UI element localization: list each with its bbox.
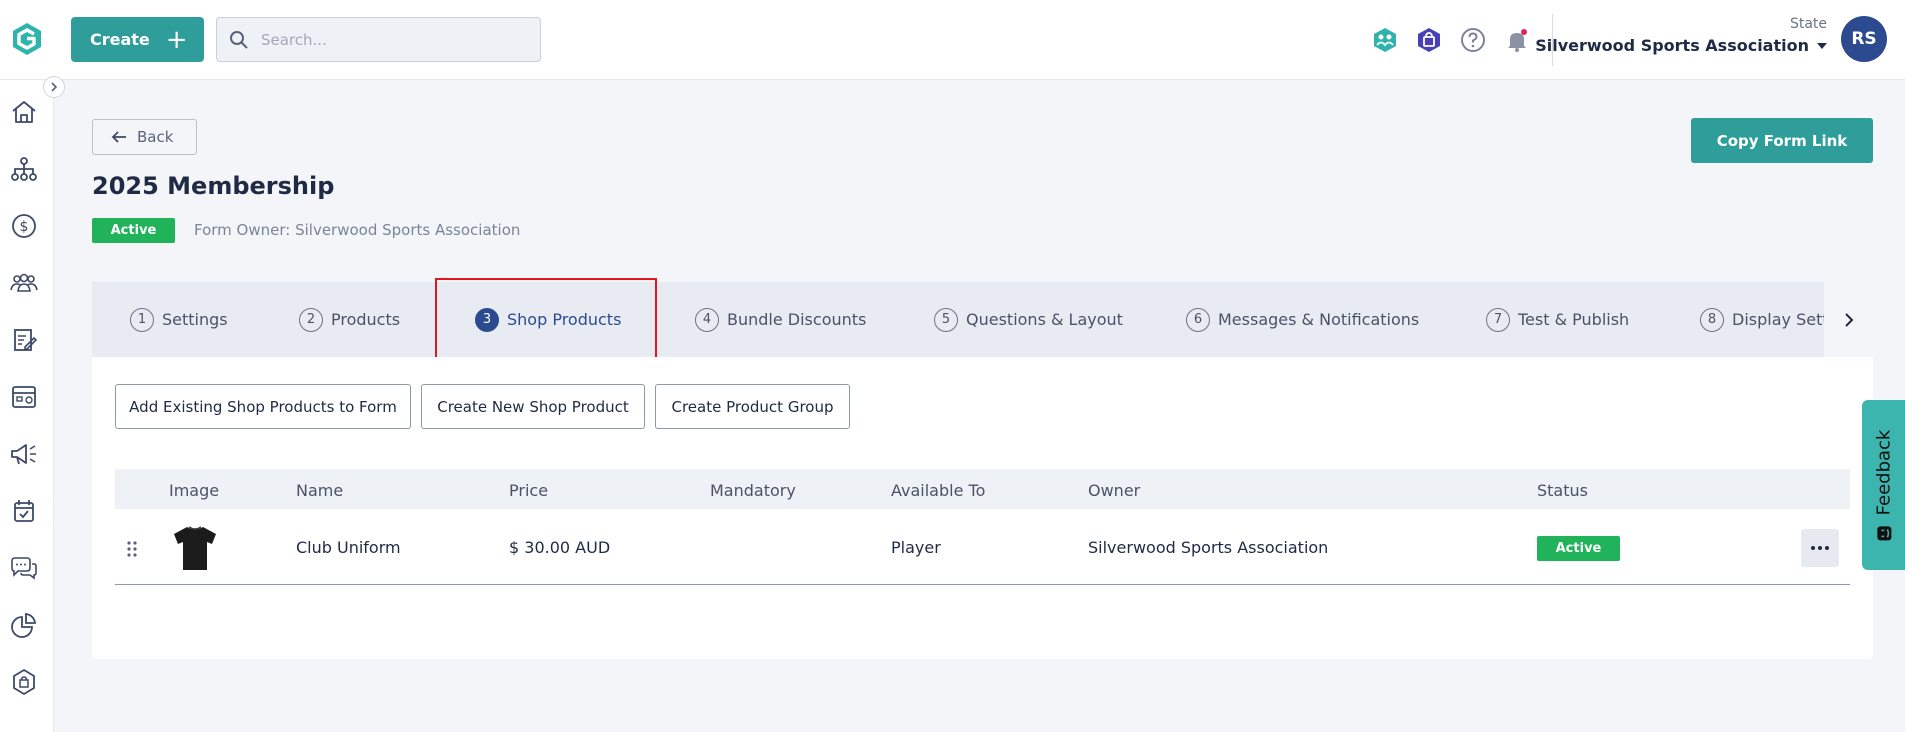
step-tabs: 1 Settings 2 Products 3 Shop Products 4 … <box>92 282 1873 357</box>
sidebar: $ <box>0 80 54 732</box>
tab-number: 1 <box>130 307 154 332</box>
finance-icon[interactable]: $ <box>8 210 40 242</box>
more-horizontal-icon <box>1811 546 1829 550</box>
product-owner: Silverwood Sports Association <box>1088 538 1329 557</box>
avatar[interactable]: RS <box>1841 16 1887 62</box>
community-icon[interactable] <box>1370 25 1400 55</box>
search-input[interactable] <box>261 30 521 49</box>
communications-icon[interactable] <box>8 552 40 584</box>
tab-number: 3 <box>475 307 499 332</box>
product-name: Club Uniform <box>296 538 401 557</box>
svg-text:$: $ <box>20 219 29 235</box>
tabs-scroll-right-button[interactable] <box>1824 282 1873 357</box>
column-header-name: Name <box>296 481 344 500</box>
org-switcher[interactable]: State Silverwood Sports Association <box>1535 16 1827 55</box>
tab-number: 8 <box>1700 307 1724 332</box>
tab-number: 2 <box>299 307 323 332</box>
tab-bundle-discounts[interactable]: 4 Bundle Discounts <box>695 282 866 357</box>
back-button-label: Back <box>137 128 174 146</box>
tab-number: 6 <box>1186 307 1210 332</box>
notification-dot <box>1521 29 1527 35</box>
product-price: $ 30.00 AUD <box>509 538 611 557</box>
home-icon[interactable] <box>8 96 40 128</box>
page-title: 2025 Membership <box>92 172 335 200</box>
feedback-tab[interactable]: Feedback <box>1862 400 1905 570</box>
top-icons <box>1370 25 1532 55</box>
tab-products[interactable]: 2 Products <box>299 282 400 357</box>
add-existing-shop-products-button[interactable]: Add Existing Shop Products to Form <box>115 384 411 429</box>
plus-icon: + <box>165 24 188 55</box>
feedback-icon <box>1876 525 1891 540</box>
tab-label: Settings <box>162 310 228 329</box>
top-bar: Create + Search... State Silverwood Spor… <box>0 0 1905 80</box>
create-button-label: Create <box>90 30 150 49</box>
form-owner-text: Form Owner: Silverwood Sports Associatio… <box>194 221 521 239</box>
table-row-divider <box>115 584 1850 585</box>
notification-bell-icon[interactable] <box>1502 25 1532 55</box>
back-button[interactable]: Back <box>92 119 197 155</box>
search-icon <box>230 30 248 49</box>
org-name: Silverwood Sports Association <box>1535 36 1809 55</box>
product-available-to: Player <box>891 538 941 557</box>
copy-form-link-button[interactable]: Copy Form Link <box>1691 118 1873 163</box>
tab-number: 4 <box>695 307 719 332</box>
row-actions-button[interactable] <box>1801 529 1839 567</box>
org-state-label: State <box>1789 16 1827 32</box>
chevron-down-icon <box>1817 42 1827 49</box>
members-icon[interactable] <box>8 267 40 299</box>
create-product-group-button[interactable]: Create Product Group <box>655 384 850 429</box>
column-header-status: Status <box>1537 481 1588 500</box>
app-logo-icon[interactable] <box>8 20 46 58</box>
drag-handle-icon[interactable] <box>126 540 138 558</box>
feedback-label: Feedback <box>1873 429 1895 515</box>
search-box[interactable] <box>216 17 541 62</box>
tab-label: Bundle Discounts <box>727 310 867 329</box>
events-icon[interactable] <box>8 495 40 527</box>
tab-label: Questions & Layout <box>966 310 1123 329</box>
form-status-badge: Active <box>92 218 175 243</box>
tab-questions-layout[interactable]: 5 Questions & Layout <box>934 282 1123 357</box>
competitions-icon[interactable] <box>8 381 40 413</box>
marketing-icon[interactable] <box>8 438 40 470</box>
column-header-price: Price <box>509 481 549 500</box>
tab-number: 5 <box>934 307 958 332</box>
arrow-left-icon <box>111 131 126 143</box>
create-button[interactable]: Create + <box>71 17 204 62</box>
tab-label: Products <box>331 310 401 329</box>
chevron-right-icon <box>1844 312 1853 327</box>
chevron-right-icon <box>51 82 58 92</box>
column-header-image: Image <box>169 481 220 500</box>
tab-shop-products[interactable]: 3 Shop Products <box>475 282 621 357</box>
column-header-mandatory: Mandatory <box>710 481 796 500</box>
create-new-shop-product-button[interactable]: Create New Shop Product <box>421 384 645 429</box>
tab-messages-notifications[interactable]: 6 Messages & Notifications <box>1186 282 1419 357</box>
column-header-available-to: Available To <box>891 481 986 500</box>
shop-bag-icon[interactable] <box>1414 25 1444 55</box>
product-status-badge: Active <box>1537 536 1620 561</box>
reports-icon[interactable] <box>8 609 40 641</box>
tab-label: Test & Publish <box>1518 310 1630 329</box>
org-tree-icon[interactable] <box>8 153 40 185</box>
product-image-tshirt <box>174 526 216 570</box>
forms-icon[interactable] <box>8 324 40 356</box>
org-name-row: Silverwood Sports Association <box>1535 36 1827 55</box>
feedback-content: Feedback <box>1873 429 1894 541</box>
shop-icon[interactable] <box>8 666 40 698</box>
tab-label: Shop Products <box>507 310 622 329</box>
tab-label: Display Sett <box>1732 310 1829 329</box>
tab-label: Messages & Notifications <box>1218 310 1420 329</box>
column-header-owner: Owner <box>1088 481 1141 500</box>
tab-settings[interactable]: 1 Settings <box>130 282 228 357</box>
help-icon[interactable] <box>1458 25 1488 55</box>
tab-display-settings[interactable]: 8 Display Sett <box>1700 282 1829 357</box>
sidebar-toggle-button[interactable] <box>43 76 65 98</box>
tab-number: 7 <box>1486 307 1510 332</box>
tab-test-publish[interactable]: 7 Test & Publish <box>1486 282 1629 357</box>
